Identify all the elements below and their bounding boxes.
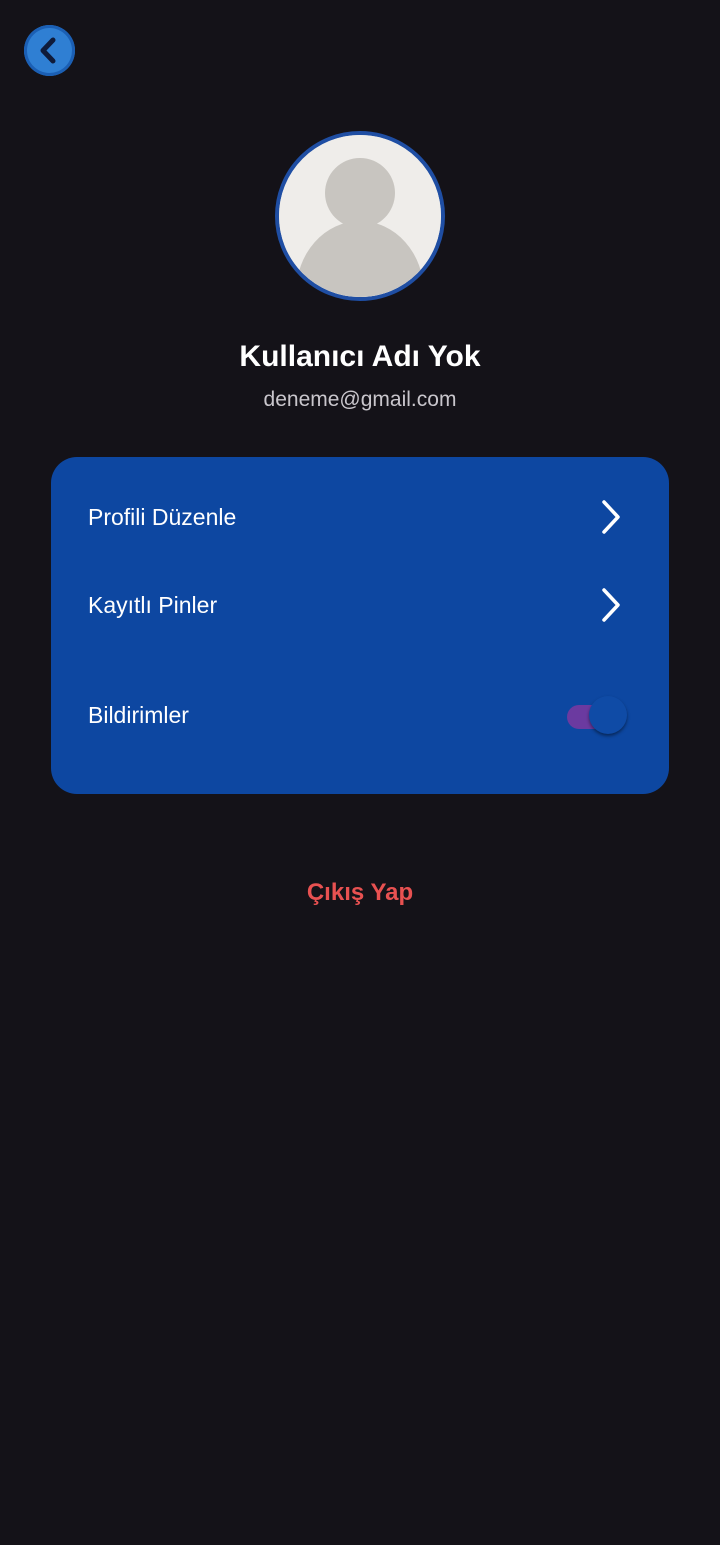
settings-card: Profili Düzenle Kayıtlı Pinler Bildiriml… — [51, 457, 669, 794]
chevron-right-icon — [596, 497, 626, 537]
saved-pins-label: Kayıtlı Pinler — [88, 592, 218, 618]
chevron-right-icon — [596, 585, 626, 625]
notifications-toggle[interactable] — [565, 693, 629, 737]
saved-pins-row[interactable]: Kayıtlı Pinler — [51, 575, 669, 635]
notifications-row: Bildirimler — [51, 685, 669, 745]
edit-profile-row[interactable]: Profili Düzenle — [51, 487, 669, 547]
avatar — [275, 131, 445, 301]
back-button[interactable] — [24, 25, 75, 76]
toggle-thumb — [589, 696, 627, 734]
default-user-avatar-icon — [279, 135, 441, 297]
user-name: Kullanıcı Adı Yok — [239, 340, 481, 373]
logout-button[interactable]: Çıkış Yap — [0, 876, 720, 910]
edit-profile-label: Profili Düzenle — [88, 504, 237, 530]
profile-screen: Kullanıcı Adı Yok deneme@gmail.com Profi… — [0, 0, 720, 1545]
user-email: deneme@gmail.com — [263, 388, 457, 411]
chevron-left-icon — [24, 25, 75, 76]
notifications-label: Bildirimler — [88, 702, 189, 728]
